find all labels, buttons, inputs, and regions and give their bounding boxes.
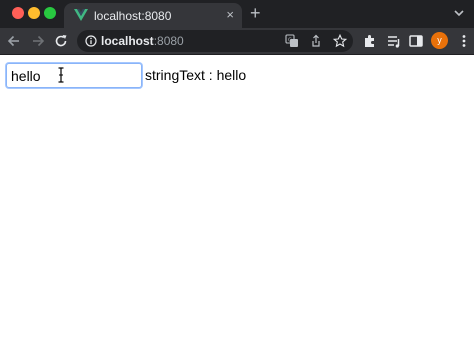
maximize-window-button[interactable] — [44, 7, 56, 19]
reload-icon[interactable] — [53, 33, 69, 49]
bookmark-star-icon[interactable] — [333, 34, 347, 48]
media-queue-icon[interactable] — [386, 33, 402, 49]
browser-toolbar: localhost:8080 G y — [0, 28, 474, 55]
more-vertical-icon[interactable] — [456, 33, 472, 49]
browser-window: localhost:8080 × + localhost:8080 G y he… — [0, 0, 474, 360]
share-icon[interactable] — [309, 34, 323, 48]
text-cursor-icon — [58, 67, 64, 83]
forward-arrow-icon[interactable] — [30, 33, 46, 49]
profile-avatar[interactable]: y — [431, 32, 448, 49]
string-text-input[interactable] — [6, 63, 142, 88]
new-tab-button[interactable]: + — [250, 4, 261, 22]
url-port: :8080 — [153, 34, 184, 48]
tab-search-chevron-icon[interactable] — [452, 6, 466, 20]
translate-icon[interactable]: G — [285, 34, 299, 48]
url-host: localhost — [101, 34, 154, 48]
close-window-button[interactable] — [12, 7, 24, 19]
vue-logo-icon — [74, 9, 88, 21]
tab-strip: localhost:8080 × + — [0, 0, 474, 28]
url-text[interactable]: localhost:8080 — [101, 34, 184, 48]
extensions-puzzle-icon[interactable] — [362, 33, 378, 49]
page-content: stringText : hello — [0, 55, 474, 360]
browser-tab[interactable]: localhost:8080 × — [64, 3, 242, 28]
tab-close-button[interactable]: × — [226, 7, 234, 23]
minimize-window-button[interactable] — [28, 7, 40, 19]
string-text-output: stringText : hello — [145, 67, 246, 83]
back-arrow-icon[interactable] — [6, 33, 22, 49]
output-label: stringText : — [145, 67, 217, 83]
side-panel-icon[interactable] — [408, 33, 424, 49]
output-value: hello — [216, 67, 247, 83]
svg-text:G: G — [288, 38, 292, 44]
tab-title: localhost:8080 — [94, 9, 172, 23]
address-bar[interactable]: localhost:8080 G — [77, 30, 353, 52]
info-icon[interactable] — [85, 35, 97, 47]
